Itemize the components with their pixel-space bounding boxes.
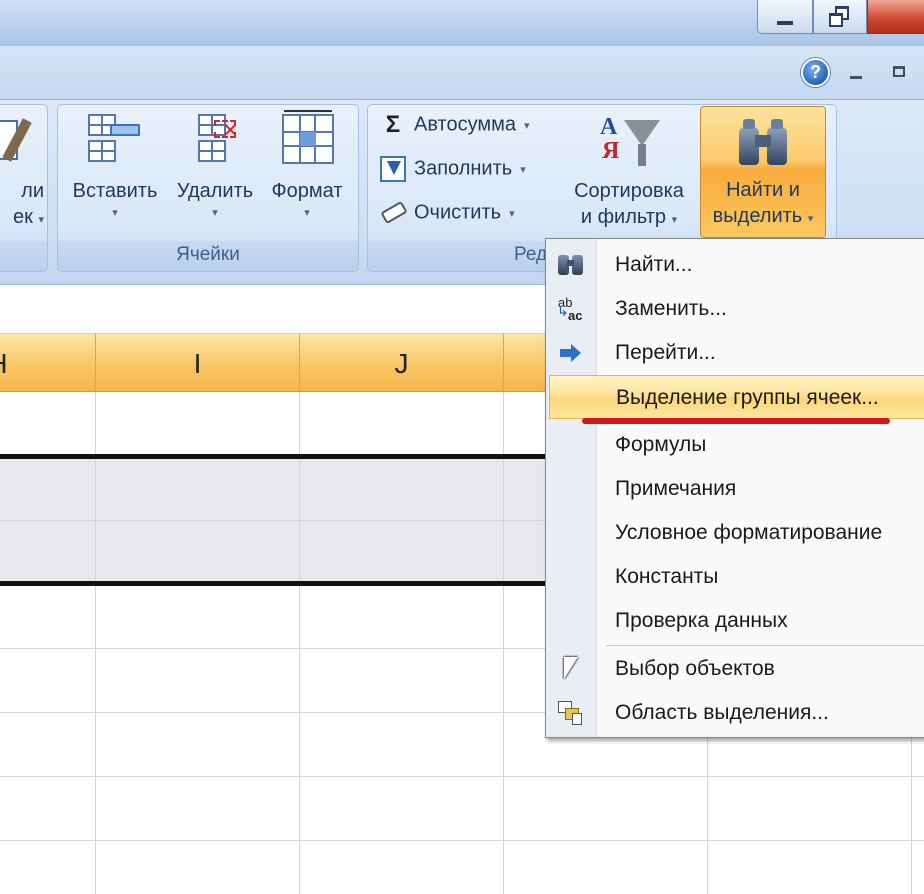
ribbon-minimize-icon[interactable] — [850, 76, 862, 79]
sort-label-2: и фильтр ▾ — [580, 206, 678, 228]
autosum-label: Автосумма — [414, 113, 516, 136]
row-line — [0, 776, 924, 777]
menu-label-selection-pane: Область выделения... — [615, 701, 829, 724]
menu-item-constants[interactable]: Константы — [546, 555, 924, 599]
find-label-2: выделить ▾ — [712, 205, 814, 227]
clear-caret-icon: ▾ — [509, 207, 515, 220]
fill-caret-icon: ▾ — [520, 163, 526, 176]
delete-label: Удалить — [176, 180, 254, 202]
menu-label-conditional-formatting: Условное форматирование — [615, 521, 883, 544]
column-header-i[interactable]: I — [95, 334, 299, 392]
help-icon[interactable]: ? — [801, 58, 830, 87]
autosum-icon: Σ — [385, 111, 401, 138]
menu-item-replace[interactable]: ab ↳ ac Заменить... — [546, 287, 924, 331]
menu-label-select-objects: Выбор объектов — [615, 657, 775, 680]
group-label-cells: Ячейки — [58, 241, 358, 271]
autosum-caret-icon: ▾ — [523, 119, 530, 132]
column-header-h[interactable]: H — [0, 334, 95, 392]
menu-item-data-validation[interactable]: Проверка данных — [546, 599, 924, 643]
eraser-icon — [380, 200, 408, 226]
menu-label-goto: Перейти... — [615, 341, 716, 364]
minimize-icon — [777, 20, 793, 25]
clear-button[interactable]: Очистить ▾ — [380, 200, 515, 236]
sort-filter-button[interactable]: A Я Сортировка и фильтр ▾ — [562, 110, 696, 233]
menu-item-formulas[interactable]: Формулы — [546, 423, 924, 467]
format-label: Формат — [271, 180, 343, 202]
menu-label-find: Найти... — [615, 253, 693, 276]
format-caret-icon: ▾ — [304, 207, 310, 219]
cursor-arrow-icon — [556, 655, 586, 683]
binoculars-icon — [735, 117, 791, 169]
fill-label: Заполнить — [414, 157, 513, 180]
replace-icon: ab ↳ ac — [557, 295, 583, 323]
menu-item-find[interactable]: Найти... — [546, 243, 924, 287]
ribbon-restore-icon[interactable] — [893, 66, 905, 77]
partial-label-1: ли — [21, 180, 44, 202]
menu-separator — [606, 645, 924, 646]
menu-label-go-to-special: Выделение группы ячеек... — [616, 386, 879, 409]
arrow-right-icon — [556, 339, 586, 367]
brush-icon — [0, 112, 40, 174]
find-select-button[interactable]: Найти и выделить ▾ — [700, 106, 826, 238]
menu-item-go-to-special[interactable]: Выделение группы ячеек... — [549, 375, 924, 419]
menu-item-comments[interactable]: Примечания — [546, 467, 924, 511]
fill-down-icon — [380, 156, 406, 182]
find-select-menu: Найти... ab ↳ ac Заменить... Перейти... … — [545, 238, 924, 738]
autosum-button[interactable]: Σ Автосумма ▾ — [380, 112, 530, 148]
menu-label-formulas: Формулы — [615, 433, 707, 456]
fill-button[interactable]: Заполнить ▾ — [380, 156, 526, 192]
menu-item-select-objects[interactable]: Выбор объектов — [546, 647, 924, 691]
partial-label-2: ек ▾ — [13, 206, 44, 228]
menu-label-comments: Примечания — [615, 477, 737, 500]
clear-label: Очистить — [414, 201, 502, 224]
close-button[interactable] — [867, 0, 924, 34]
restore-button[interactable] — [813, 0, 867, 34]
delete-caret-icon: ▾ — [212, 207, 218, 219]
menu-label-replace: Заменить... — [615, 297, 727, 320]
menu-item-goto[interactable]: Перейти... — [546, 331, 924, 375]
delete-cells-button[interactable]: ✕ Удалить ▾ — [170, 110, 260, 222]
title-bar — [0, 0, 924, 46]
column-line — [95, 392, 96, 894]
format-cells-icon — [276, 110, 338, 174]
menu-item-selection-pane[interactable]: Область выделения... — [546, 691, 924, 735]
insert-cells-icon — [84, 112, 146, 174]
find-label-1: Найти и — [726, 179, 800, 201]
insert-label: Вставить — [72, 180, 158, 202]
menu-label-constants: Константы — [615, 565, 719, 588]
row-line — [0, 840, 924, 841]
format-cells-button[interactable]: Формат ▾ — [264, 110, 350, 222]
minimize-button[interactable] — [757, 0, 813, 34]
restore-icon — [829, 5, 851, 28]
sort-filter-icon: A Я — [594, 112, 664, 174]
group-label-partial — [0, 241, 47, 271]
partial-button[interactable]: ли ек ▾ — [0, 112, 44, 233]
column-line — [503, 392, 504, 894]
column-header-j[interactable]: J — [299, 334, 503, 392]
insert-caret-icon: ▾ — [112, 207, 118, 219]
column-line — [299, 392, 300, 894]
highlight-underline — [582, 418, 890, 424]
binoculars-icon — [556, 251, 586, 279]
sort-label-1: Сортировка — [574, 180, 684, 202]
ribbon-tab-row — [0, 46, 924, 100]
menu-label-data-validation: Проверка данных — [615, 609, 788, 632]
insert-cells-button[interactable]: Вставить ▾ — [66, 110, 164, 222]
menu-item-conditional-formatting[interactable]: Условное форматирование — [546, 511, 924, 555]
delete-cells-icon: ✕ — [184, 112, 246, 174]
selection-pane-icon — [556, 699, 586, 727]
